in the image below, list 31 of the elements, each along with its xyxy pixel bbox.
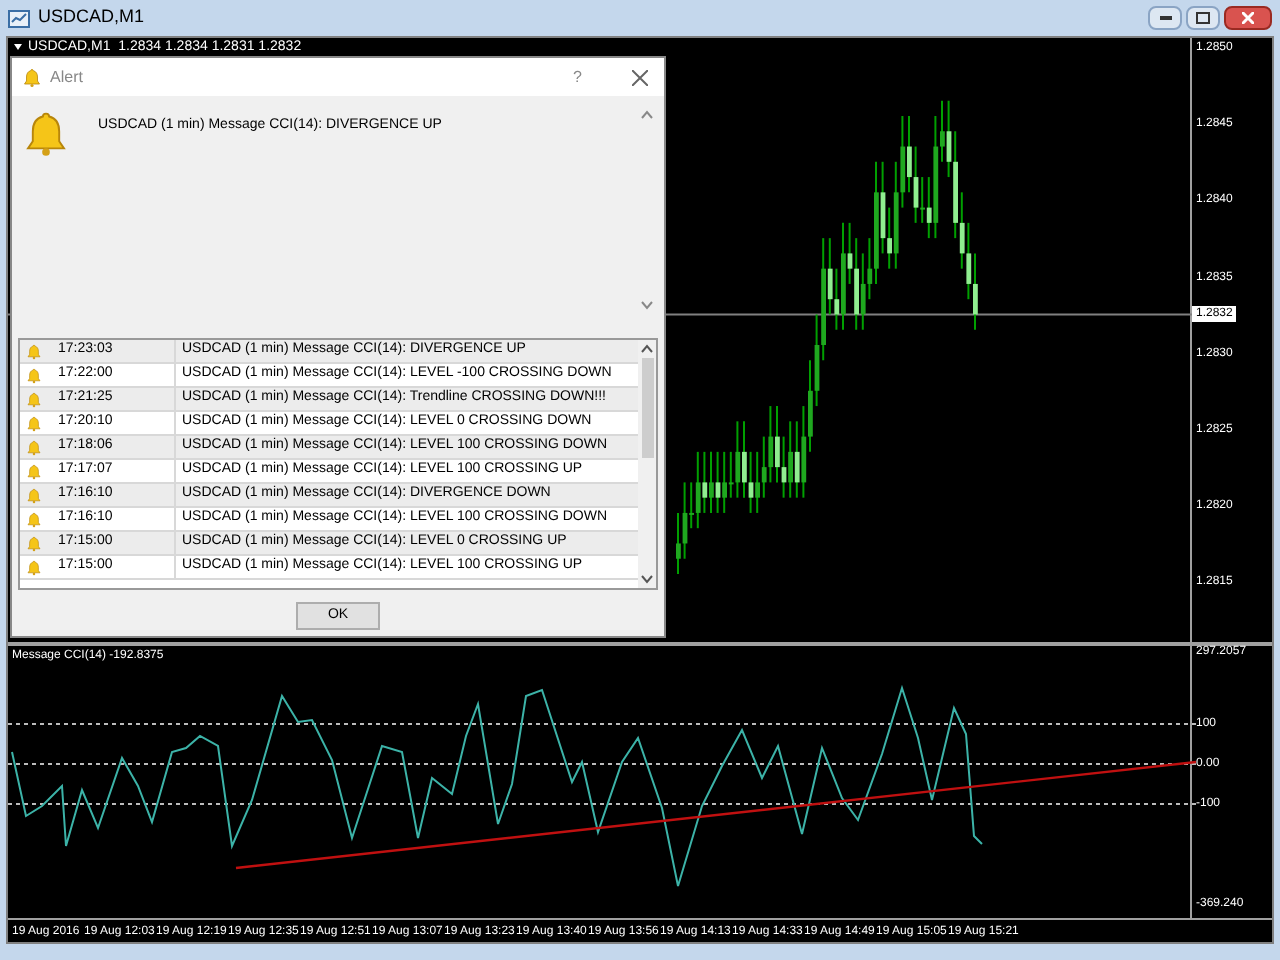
scrollbar-thumb[interactable] (641, 358, 653, 458)
bell-icon (22, 67, 42, 87)
bell-icon (26, 487, 42, 503)
help-button[interactable]: ? (573, 65, 582, 89)
scroll-down-icon[interactable] (640, 574, 654, 584)
scroll-up-icon[interactable] (640, 110, 654, 120)
bell-icon (26, 415, 42, 431)
scrollbar[interactable] (638, 340, 656, 588)
restore-button[interactable] (1186, 6, 1220, 30)
bell-icon (26, 343, 42, 359)
scroll-up-icon[interactable] (640, 344, 654, 354)
bell-icon (26, 439, 42, 455)
chart-window-icon (8, 7, 30, 29)
minimize-button[interactable] (1148, 6, 1182, 30)
scroll-down-icon[interactable] (640, 300, 654, 310)
window-title: USDCAD,M1 (38, 4, 145, 31)
close-icon (1242, 12, 1254, 24)
bell-icon (26, 511, 42, 527)
dialog-title: Alert (50, 65, 83, 89)
restore-icon (1196, 12, 1210, 24)
bell-icon (26, 391, 42, 407)
bell-icon (26, 535, 42, 551)
dropdown-triangle-icon[interactable] (14, 44, 22, 50)
bell-icon (26, 559, 42, 575)
close-button[interactable] (1224, 6, 1272, 30)
close-icon (632, 69, 648, 85)
minimize-icon (1159, 16, 1171, 20)
bell-icon (22, 110, 70, 158)
bell-icon (26, 367, 42, 383)
dialog-close-button[interactable] (626, 65, 654, 89)
bell-icon (26, 463, 42, 479)
